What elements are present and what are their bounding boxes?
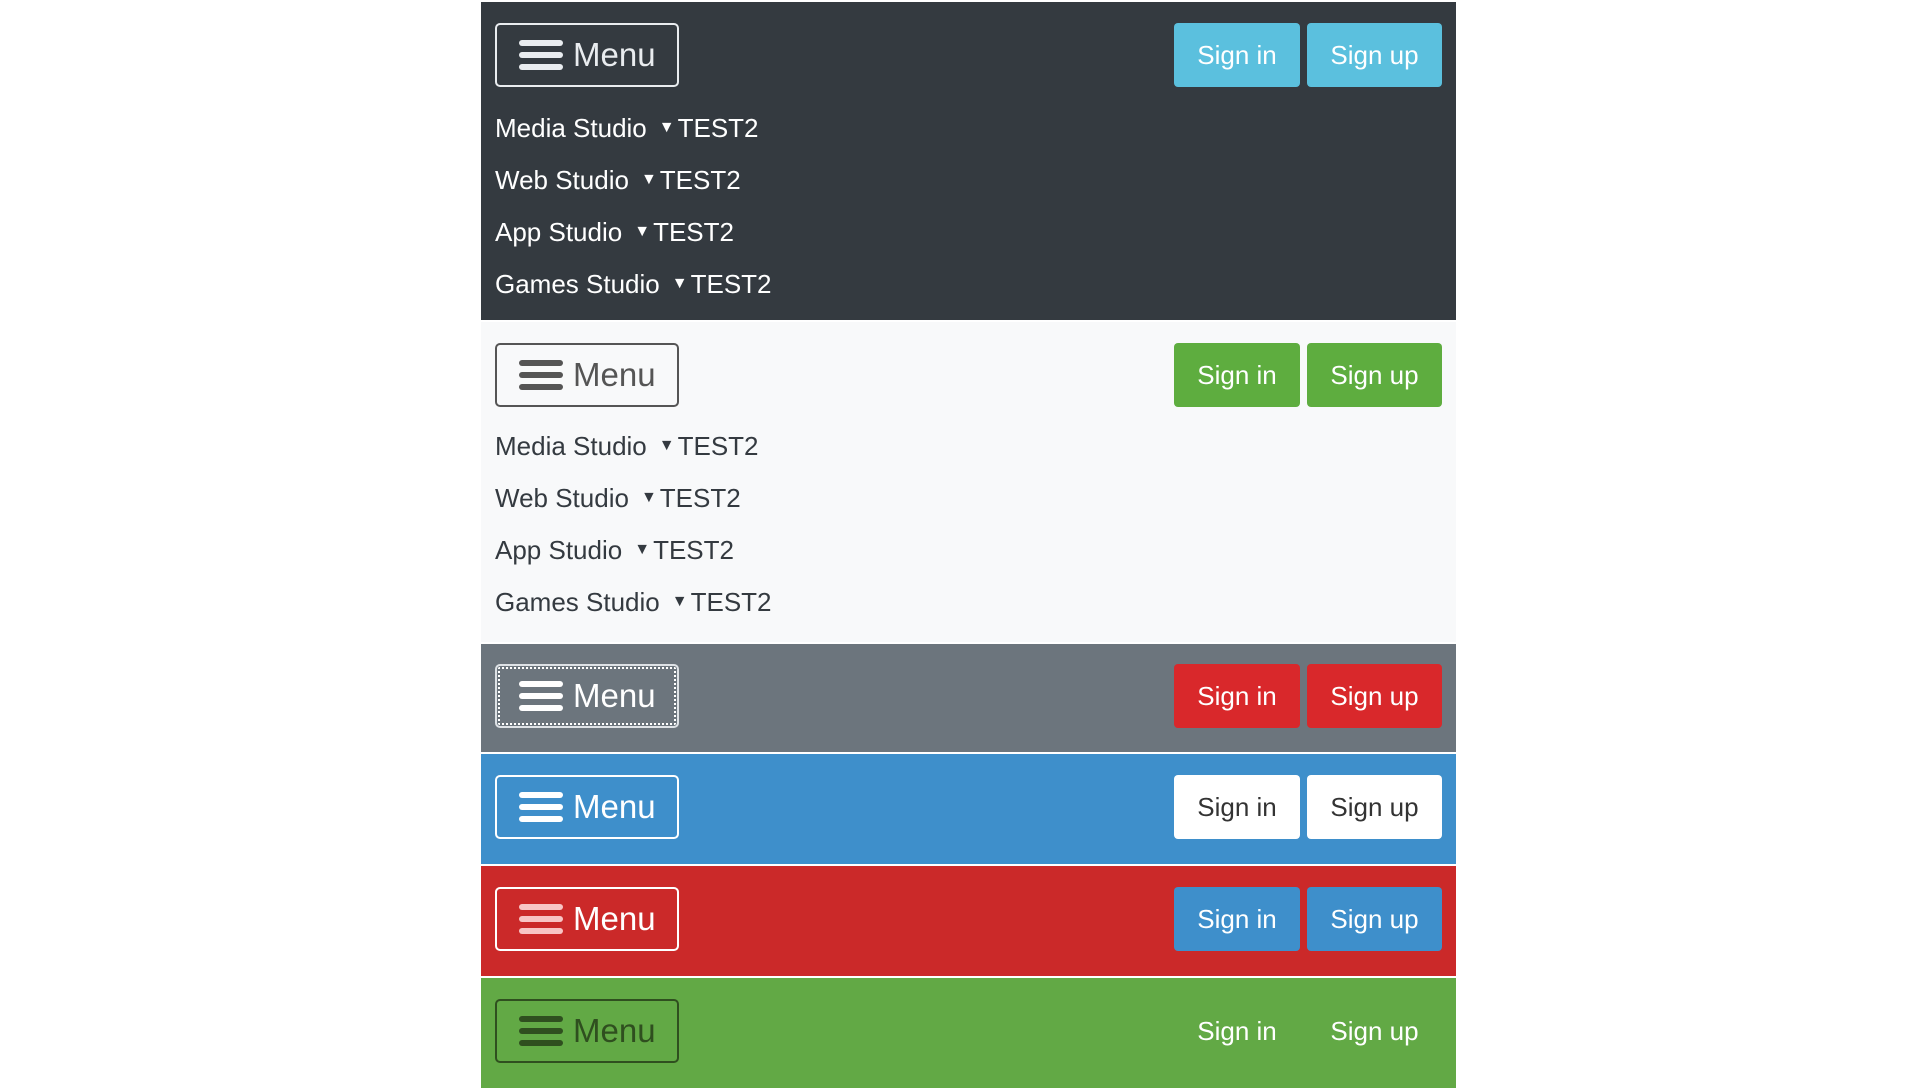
menu-toggle-button[interactable]: Menu bbox=[495, 23, 679, 87]
nav-item-web-studio[interactable]: Web Studio ▼ TEST2 bbox=[495, 472, 772, 524]
caret-down-icon: ▼ bbox=[671, 593, 688, 610]
navbar-gray: Menu Sign in Sign up bbox=[481, 644, 1456, 752]
menu-toggle-button[interactable]: Menu bbox=[495, 664, 679, 728]
hamburger-icon bbox=[519, 1015, 563, 1047]
navbar-red: Menu Sign in Sign up bbox=[481, 866, 1456, 976]
sign-in-button[interactable]: Sign in bbox=[1174, 23, 1300, 87]
auth-buttons: Sign in Sign up bbox=[1174, 999, 1442, 1063]
menu-toggle-button[interactable]: Menu bbox=[495, 887, 679, 951]
hamburger-icon bbox=[519, 791, 563, 823]
nav-links: Media Studio ▼ TEST2 Web Studio ▼ TEST2 App … bbox=[495, 420, 772, 628]
nav-item-media-studio[interactable]: Media Studio ▼ TEST2 bbox=[495, 102, 772, 154]
nav-item-app-studio[interactable]: App Studio ▼ TEST2 bbox=[495, 524, 772, 576]
menu-label: Menu bbox=[573, 677, 656, 714]
sign-up-button[interactable]: Sign up bbox=[1307, 664, 1442, 728]
auth-buttons: Sign in Sign up bbox=[1174, 23, 1442, 87]
sign-in-button[interactable]: Sign in bbox=[1174, 775, 1300, 839]
auth-buttons: Sign in Sign up bbox=[1174, 664, 1442, 728]
sign-in-button[interactable]: Sign in bbox=[1174, 664, 1300, 728]
auth-buttons: Sign in Sign up bbox=[1174, 887, 1442, 951]
sign-up-button[interactable]: Sign up bbox=[1307, 999, 1442, 1063]
sign-up-button[interactable]: Sign up bbox=[1307, 775, 1442, 839]
nav-item-media-studio[interactable]: Media Studio ▼ TEST2 bbox=[495, 420, 772, 472]
menu-toggle-button[interactable]: Menu bbox=[495, 999, 679, 1063]
menu-label: Menu bbox=[573, 1012, 656, 1049]
menu-label: Menu bbox=[573, 900, 656, 937]
caret-down-icon: ▼ bbox=[658, 437, 675, 454]
sign-in-button[interactable]: Sign in bbox=[1174, 887, 1300, 951]
menu-label: Menu bbox=[573, 36, 656, 73]
nav-item-games-studio[interactable]: Games Studio ▼ TEST2 bbox=[495, 258, 772, 310]
sign-up-button[interactable]: Sign up bbox=[1307, 23, 1442, 87]
menu-toggle-button[interactable]: Menu bbox=[495, 343, 679, 407]
caret-down-icon: ▼ bbox=[634, 541, 651, 558]
sign-in-button[interactable]: Sign in bbox=[1174, 343, 1300, 407]
nav-links: Media Studio ▼ TEST2 Web Studio ▼ TEST2 App … bbox=[495, 102, 772, 310]
sign-in-button[interactable]: Sign in bbox=[1174, 999, 1300, 1063]
sign-up-button[interactable]: Sign up bbox=[1307, 887, 1442, 951]
nav-item-games-studio[interactable]: Games Studio ▼ TEST2 bbox=[495, 576, 772, 628]
navbar-light: Menu Sign in Sign up Media Studio ▼ TEST2 … bbox=[481, 322, 1456, 642]
caret-down-icon: ▼ bbox=[640, 489, 657, 506]
menu-label: Menu bbox=[573, 356, 656, 393]
navbar-green: Menu Sign in Sign up bbox=[481, 978, 1456, 1088]
nav-item-app-studio[interactable]: App Studio ▼ TEST2 bbox=[495, 206, 772, 258]
menu-label: Menu bbox=[573, 788, 656, 825]
navbar-blue: Menu Sign in Sign up bbox=[481, 754, 1456, 864]
menu-toggle-button[interactable]: Menu bbox=[495, 775, 679, 839]
sign-up-button[interactable]: Sign up bbox=[1307, 343, 1442, 407]
hamburger-icon bbox=[519, 680, 563, 712]
navbar-dark: Menu Sign in Sign up Media Studio ▼ TEST2 … bbox=[481, 2, 1456, 320]
nav-item-web-studio[interactable]: Web Studio ▼ TEST2 bbox=[495, 154, 772, 206]
caret-down-icon: ▼ bbox=[634, 223, 651, 240]
auth-buttons: Sign in Sign up bbox=[1174, 775, 1442, 839]
auth-buttons: Sign in Sign up bbox=[1174, 343, 1442, 407]
navbar-showcase: Menu Sign in Sign up Media Studio ▼ TEST2 … bbox=[481, 2, 1456, 1088]
hamburger-icon bbox=[519, 39, 563, 71]
caret-down-icon: ▼ bbox=[658, 119, 675, 136]
hamburger-icon bbox=[519, 903, 563, 935]
caret-down-icon: ▼ bbox=[671, 275, 688, 292]
caret-down-icon: ▼ bbox=[640, 171, 657, 188]
hamburger-icon bbox=[519, 359, 563, 391]
